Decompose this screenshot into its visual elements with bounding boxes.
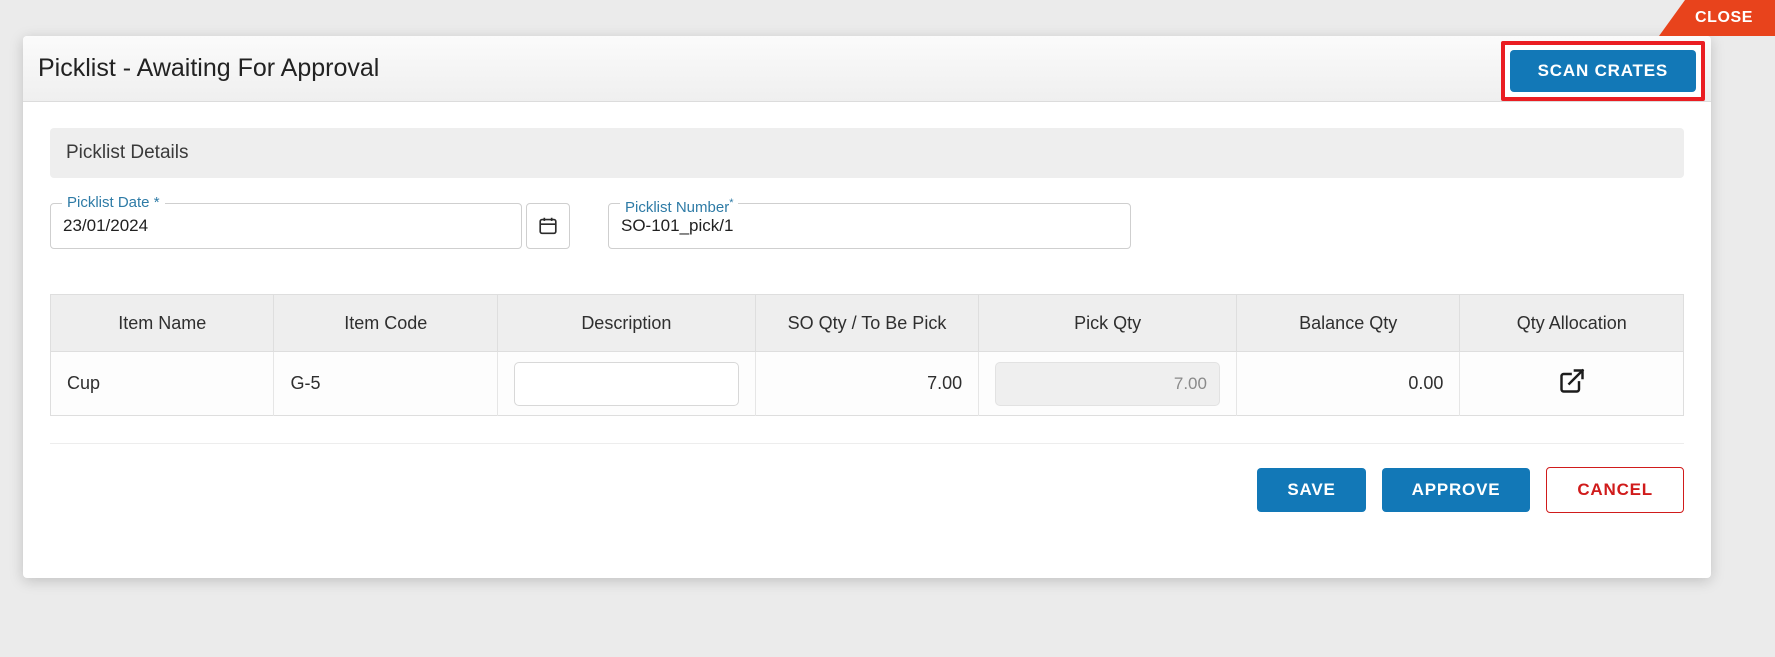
picklist-number-input[interactable]	[609, 215, 1130, 237]
picklist-dialog: Picklist - Awaiting For Approval SCAN CR…	[23, 36, 1711, 578]
column-header-item-name: Item Name	[50, 294, 275, 352]
cell-item-name: Cup	[50, 351, 275, 416]
footer-actions: SAVE APPROVE CANCEL	[50, 467, 1684, 513]
table-row: Cup G-5 7.00 0.00	[50, 351, 1684, 416]
scan-crates-highlight: SCAN CRATES	[1500, 41, 1705, 101]
page-title: Picklist - Awaiting For Approval	[38, 54, 380, 82]
cancel-button[interactable]: CANCEL	[1546, 467, 1684, 513]
cell-balance-qty: 0.00	[1236, 351, 1461, 416]
column-header-pick-qty: Pick Qty	[978, 294, 1237, 352]
dialog-header: Picklist - Awaiting For Approval SCAN CR…	[23, 36, 1711, 102]
picklist-number-label: Picklist Number*	[620, 194, 739, 217]
section-title: Picklist Details	[66, 142, 189, 163]
external-link-icon	[1559, 368, 1584, 393]
date-picker-button[interactable]	[526, 203, 570, 249]
dialog-body: Picklist Details Picklist Date * Picklis…	[23, 102, 1711, 513]
required-asterisk: *	[729, 197, 734, 209]
picklist-number-field[interactable]: Picklist Number*	[608, 194, 1131, 249]
table-divider	[50, 443, 1684, 444]
section-header-picklist-details: Picklist Details	[50, 128, 1684, 178]
column-header-item-code: Item Code	[273, 294, 498, 352]
column-header-so-qty: SO Qty / To Be Pick	[755, 294, 980, 352]
cell-description	[497, 351, 756, 416]
picklist-date-input[interactable]	[51, 215, 521, 237]
description-input[interactable]	[513, 361, 739, 406]
picklist-date-label: Picklist Date *	[62, 194, 165, 212]
column-header-description: Description	[497, 294, 756, 352]
save-button[interactable]: SAVE	[1257, 468, 1366, 512]
pick-qty-input[interactable]	[995, 361, 1220, 406]
close-tab[interactable]: CLOSE	[1659, 0, 1775, 36]
form-row: Picklist Date * Picklist Number*	[50, 194, 1684, 259]
qty-allocation-button[interactable]	[1558, 367, 1586, 395]
items-table: Item Name Item Code Description SO Qty /…	[50, 294, 1684, 416]
cell-qty-allocation	[1459, 351, 1684, 416]
column-header-qty-allocation: Qty Allocation	[1459, 294, 1684, 352]
picklist-number-label-text: Picklist Number	[625, 199, 730, 216]
approve-button[interactable]: APPROVE	[1381, 468, 1531, 512]
close-tab-label: CLOSE	[1694, 9, 1754, 26]
table-header-row: Item Name Item Code Description SO Qty /…	[50, 294, 1684, 352]
cell-pick-qty	[978, 351, 1237, 416]
scan-crates-button[interactable]: SCAN CRATES	[1509, 50, 1696, 92]
calendar-icon	[539, 217, 557, 235]
column-header-balance-qty: Balance Qty	[1236, 294, 1461, 352]
cell-so-qty: 7.00	[755, 351, 980, 416]
picklist-date-field[interactable]: Picklist Date *	[50, 194, 522, 249]
cell-item-code: G-5	[273, 351, 498, 416]
